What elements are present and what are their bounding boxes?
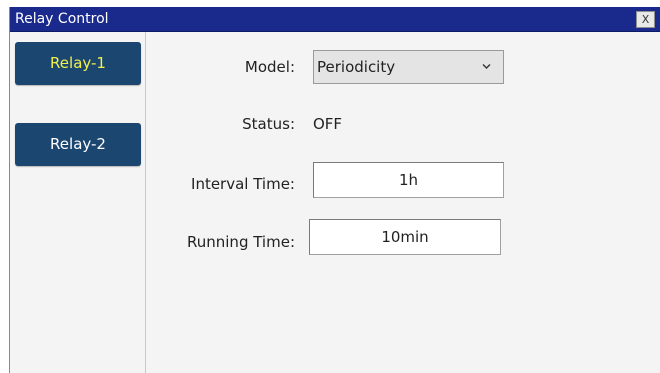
title-bar: Relay Control X <box>10 7 660 32</box>
interval-time-label: Interval Time: <box>191 175 295 193</box>
relay-control-window: Relay Control X Relay-1 Relay-2 Model: P… <box>9 7 660 373</box>
relay-1-button[interactable]: Relay-1 <box>15 42 141 85</box>
relay-sidebar: Relay-1 Relay-2 <box>10 32 146 373</box>
relay-2-button[interactable]: Relay-2 <box>15 123 141 166</box>
chevron-down-icon <box>482 64 491 69</box>
interval-time-input[interactable]: 1h <box>313 162 504 198</box>
running-time-input[interactable]: 10min <box>309 219 501 255</box>
close-button[interactable]: X <box>636 11 655 28</box>
running-time-label: Running Time: <box>187 233 295 251</box>
status-label: Status: <box>242 115 295 133</box>
close-icon: X <box>641 13 650 26</box>
model-dropdown-value: Periodicity <box>317 58 396 76</box>
status-value: OFF <box>313 115 343 133</box>
model-label: Model: <box>244 58 295 76</box>
model-dropdown[interactable]: Periodicity <box>313 50 504 84</box>
window-title: Relay Control <box>15 11 109 27</box>
